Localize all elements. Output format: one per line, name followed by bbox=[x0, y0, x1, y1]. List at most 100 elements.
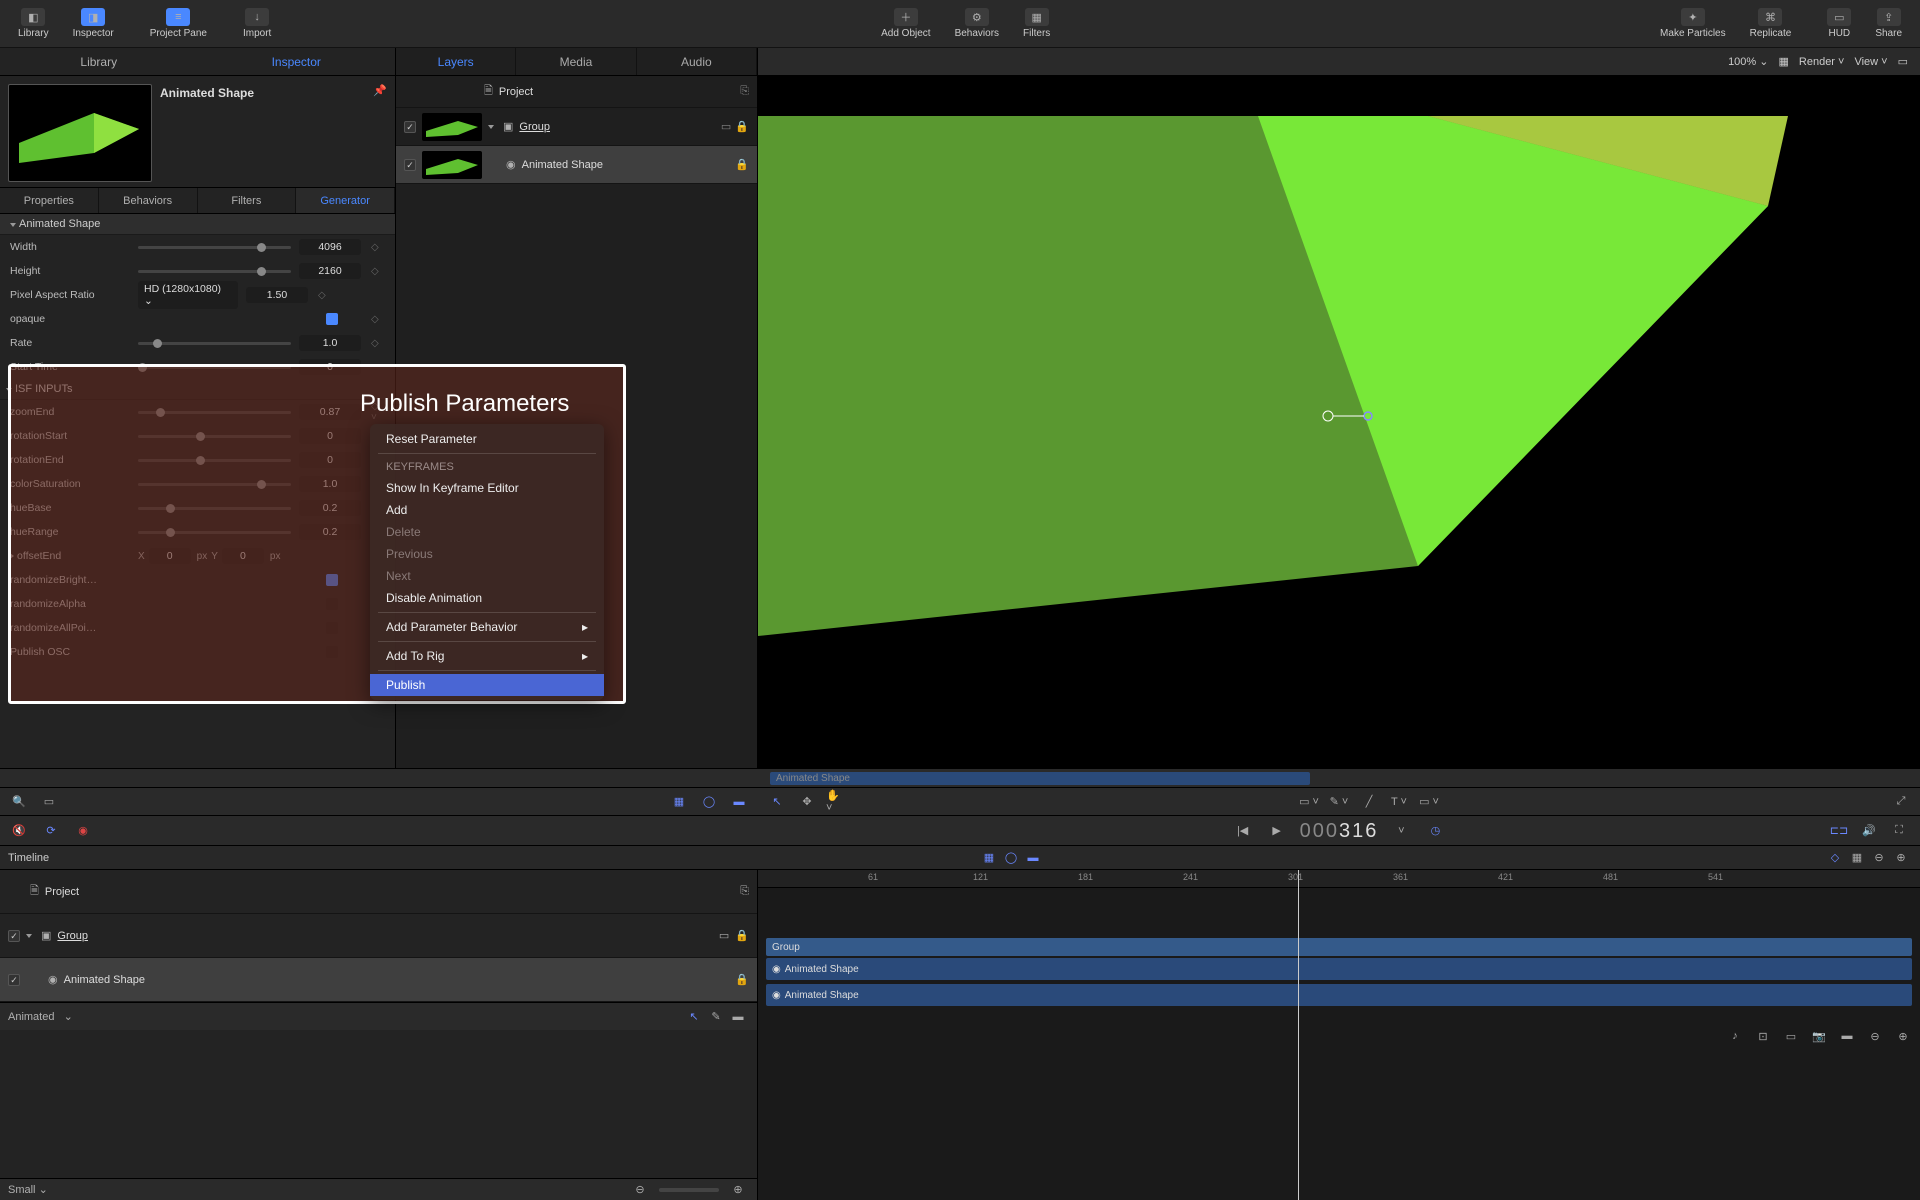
hue-range-value[interactable]: 0.2 bbox=[299, 524, 361, 540]
rotation-start-slider[interactable] bbox=[138, 435, 291, 438]
zoom-in-icon[interactable]: ⊕ bbox=[1890, 848, 1912, 868]
tl-project-row[interactable]: 🗎 Project ⎘ bbox=[0, 870, 757, 914]
media-tab[interactable]: Media bbox=[516, 48, 636, 75]
zoom-end-value[interactable]: 0.87 bbox=[299, 404, 361, 420]
properties-tab[interactable]: Properties bbox=[0, 188, 99, 213]
timeline-ruler[interactable]: 61 121 181 241 301 361 421 481 541 bbox=[758, 870, 1920, 888]
width-value[interactable]: 4096 bbox=[299, 239, 361, 255]
replicate-button[interactable]: ⌘Replicate bbox=[1742, 4, 1800, 43]
kf-snap-icon[interactable]: ▭ bbox=[1780, 1026, 1802, 1046]
layer-visible-checkbox[interactable] bbox=[8, 974, 20, 986]
track-animated-shape[interactable]: ◉Animated Shape bbox=[766, 958, 1912, 980]
share-button[interactable]: ⇪Share bbox=[1867, 4, 1910, 43]
zoom-slider[interactable] bbox=[659, 1188, 719, 1192]
play-icon[interactable]: ▶ bbox=[1266, 821, 1288, 841]
full-icon[interactable]: ⛶ bbox=[1888, 821, 1910, 841]
filters-button[interactable]: ▦Filters bbox=[1015, 4, 1058, 43]
keyframe-toggle-icon[interactable]: ◇ bbox=[371, 314, 385, 325]
color-channels-icon[interactable]: ▦ bbox=[1778, 55, 1788, 68]
kf-fit-icon[interactable]: ⊡ bbox=[1752, 1026, 1774, 1046]
rotation-end-slider[interactable] bbox=[138, 459, 291, 462]
lock-icon[interactable]: 🔒 bbox=[735, 120, 749, 133]
keyframe-toggle-icon[interactable]: ◇ bbox=[371, 242, 385, 253]
menu-add-to-rig[interactable]: Add To Rig▸ bbox=[370, 645, 604, 667]
render-dropdown[interactable]: Render ˅ bbox=[1799, 56, 1845, 68]
rect-tool-icon[interactable]: ▭ ˅ bbox=[1298, 792, 1320, 812]
hue-range-slider[interactable] bbox=[138, 531, 291, 534]
timecode-dropdown-icon[interactable]: ˅ bbox=[1390, 821, 1412, 841]
layer-group[interactable]: ▣ Group ▭🔒 bbox=[396, 108, 757, 146]
keyframe-menu-icon[interactable]: ◇ ˅ bbox=[371, 401, 385, 423]
library-tab[interactable]: Library bbox=[0, 48, 198, 75]
layout-icon[interactable]: ▭ bbox=[1898, 55, 1908, 68]
track-animated-shape-2[interactable]: ◉Animated Shape bbox=[766, 984, 1912, 1006]
height-slider[interactable] bbox=[138, 270, 291, 273]
search-icon[interactable]: 🔍 bbox=[8, 792, 30, 812]
layers-tab[interactable]: Layers bbox=[396, 48, 516, 75]
publish-osc-checkbox[interactable] bbox=[326, 646, 338, 658]
zoom-in-icon[interactable]: ⊕ bbox=[727, 1180, 749, 1200]
kf-zoom-in-icon[interactable]: ⊕ bbox=[1892, 1026, 1914, 1046]
pass-icon[interactable]: ▭ bbox=[721, 120, 731, 133]
isf-header[interactable]: ISF INPUTs bbox=[0, 379, 395, 400]
par-dropdown[interactable]: HD (1280x1080) ⌄ bbox=[138, 281, 238, 309]
import-button[interactable]: ↓Import bbox=[235, 4, 279, 43]
rand-all-checkbox[interactable] bbox=[326, 622, 338, 634]
lock-icon[interactable]: 🔒 bbox=[735, 158, 749, 171]
color-sat-slider[interactable] bbox=[138, 483, 291, 486]
filters-tab[interactable]: Filters bbox=[198, 188, 297, 213]
behaviors-button[interactable]: ⚙Behaviors bbox=[947, 4, 1007, 43]
filter-icon[interactable]: ▭ bbox=[38, 792, 60, 812]
width-slider[interactable] bbox=[138, 246, 291, 249]
audio-icon[interactable]: 🔊 bbox=[1858, 821, 1880, 841]
timecode-display[interactable]: 000316 bbox=[1300, 818, 1379, 843]
pen-tool-icon[interactable]: ✎ ˅ bbox=[1328, 792, 1350, 812]
mini-clip[interactable]: Animated Shape bbox=[770, 772, 1310, 785]
layer-visible-checkbox[interactable] bbox=[8, 930, 20, 942]
tl-masks-icon[interactable]: ▬ bbox=[1022, 848, 1044, 868]
hue-base-value[interactable]: 0.2 bbox=[299, 500, 361, 516]
expand-icon[interactable]: ⤢ bbox=[1890, 792, 1912, 812]
animated-dropdown[interactable]: Animated ⌄ bbox=[8, 1010, 73, 1023]
show-masks-icon[interactable]: ▬ bbox=[728, 792, 750, 812]
playhead[interactable] bbox=[1298, 870, 1299, 1200]
make-particles-button[interactable]: ✦Make Particles bbox=[1652, 4, 1734, 43]
menu-disable-animation[interactable]: Disable Animation bbox=[370, 587, 604, 609]
menu-show-keyframe-editor[interactable]: Show In Keyframe Editor bbox=[370, 477, 604, 499]
opaque-checkbox[interactable] bbox=[326, 313, 338, 325]
loop-icon[interactable]: ⟳ bbox=[40, 821, 62, 841]
kf-audio-icon[interactable]: ♪ bbox=[1724, 1026, 1746, 1046]
layer-visible-checkbox[interactable] bbox=[404, 121, 416, 133]
viewport[interactable] bbox=[758, 76, 1920, 768]
inspector-button[interactable]: ◨Inspector bbox=[65, 4, 122, 43]
offset-y-value[interactable]: 0 bbox=[222, 548, 264, 564]
rate-slider[interactable] bbox=[138, 342, 291, 345]
rand-alpha-checkbox[interactable] bbox=[326, 598, 338, 610]
lock-icon[interactable]: 🔒 bbox=[735, 929, 749, 942]
show-behaviors-icon[interactable]: ▦ bbox=[668, 792, 690, 812]
par-value[interactable]: 1.50 bbox=[246, 287, 308, 303]
lock-icon[interactable]: 🔒 bbox=[735, 973, 749, 986]
color-sat-value[interactable]: 1.0 bbox=[299, 476, 361, 492]
menu-publish[interactable]: Publish bbox=[370, 674, 604, 696]
pin-icon[interactable]: 📌 bbox=[373, 84, 387, 179]
kf-zoom-out-icon[interactable]: ⊖ bbox=[1864, 1026, 1886, 1046]
zoom-out-icon[interactable]: ⊖ bbox=[629, 1180, 651, 1200]
hand-tool-icon[interactable]: ✋ ˅ bbox=[826, 792, 848, 812]
generator-tab[interactable]: Generator bbox=[296, 188, 395, 213]
timeline-tracks[interactable]: 61 121 181 241 301 361 421 481 541 Group… bbox=[758, 870, 1920, 1200]
start-time-value[interactable]: 0 bbox=[299, 359, 361, 375]
view-dropdown[interactable]: View ˅ bbox=[1854, 56, 1887, 68]
rand-bright-checkbox[interactable] bbox=[326, 574, 338, 586]
prev-frame-icon[interactable]: |◀ bbox=[1232, 821, 1254, 841]
clock-icon[interactable]: ◷ bbox=[1424, 821, 1446, 841]
tl-behaviors-icon[interactable]: ▦ bbox=[978, 848, 1000, 868]
select-tool-icon[interactable]: ↖ bbox=[766, 792, 788, 812]
tl-filters-icon[interactable]: ◯ bbox=[1000, 848, 1022, 868]
in-out-icon[interactable]: ⊏⊐ bbox=[1828, 821, 1850, 841]
menu-reset-parameter[interactable]: Reset Parameter bbox=[370, 428, 604, 450]
zoom-out-icon[interactable]: ⊖ bbox=[1868, 848, 1890, 868]
kf-box-icon[interactable]: ▬ bbox=[727, 1007, 749, 1027]
keyframe-toggle-icon[interactable]: ◇ bbox=[371, 266, 385, 277]
rate-value[interactable]: 1.0 bbox=[299, 335, 361, 351]
